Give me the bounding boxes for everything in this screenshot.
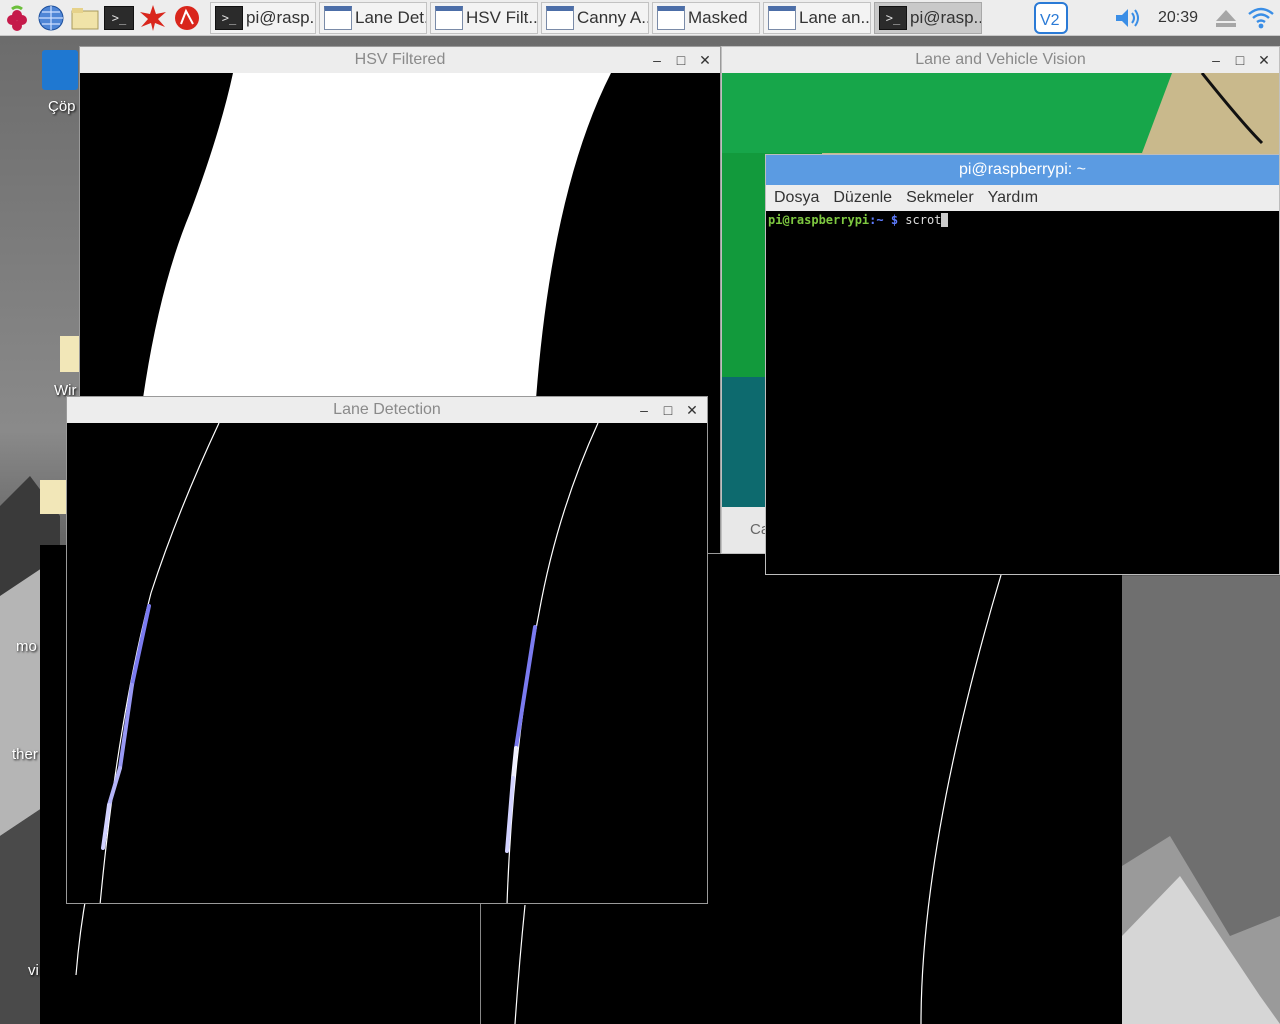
task-label: Canny A... xyxy=(577,7,649,27)
terminal-menubar: Dosya Düzenle Sekmeler Yardım xyxy=(766,185,1279,211)
prompt-user: pi@raspberrypi xyxy=(768,213,870,227)
lane-detection-image xyxy=(67,422,707,903)
wolfram-icon[interactable] xyxy=(170,1,204,35)
lane-lines xyxy=(99,422,599,903)
menu-yardim[interactable]: Yardım xyxy=(988,189,1038,207)
terminal-icon: >_ xyxy=(879,5,907,30)
window-icon xyxy=(768,5,796,30)
taskbar: >_ >_ pi@rasp... Lane Det... HSV Filt...… xyxy=(0,0,1280,36)
window-title: HSV Filtered xyxy=(354,51,446,68)
task-label: Lane an... xyxy=(799,7,871,27)
close-icon[interactable]: ✕ xyxy=(1255,50,1273,70)
wifi-icon[interactable] xyxy=(1246,0,1276,36)
terminal-icon[interactable]: >_ xyxy=(102,1,136,35)
task-lane-detection[interactable]: Lane Det... xyxy=(319,1,427,34)
task-terminal-1[interactable]: >_ pi@rasp... xyxy=(210,1,316,34)
terminal-icon: >_ xyxy=(215,5,243,30)
task-terminal-2[interactable]: >_ pi@rasp... xyxy=(874,1,982,34)
titlebar[interactable]: pi@raspberrypi: ~ xyxy=(766,155,1279,185)
terminal-output[interactable]: pi@raspberrypi:~ $ scrot xyxy=(766,211,1279,574)
desktop-label-trash: Çöp xyxy=(48,98,76,115)
minimize-icon[interactable]: – xyxy=(1207,50,1225,70)
task-canny[interactable]: Canny A... xyxy=(541,1,649,34)
minimize-icon[interactable]: – xyxy=(648,50,666,70)
window-title: Lane and Vehicle Vision xyxy=(915,51,1086,68)
task-label: Lane Det... xyxy=(355,7,426,27)
task-hsv-filtered[interactable]: HSV Filt... xyxy=(430,1,538,34)
task-label: Masked xyxy=(688,7,748,27)
volume-icon[interactable] xyxy=(1114,0,1144,36)
mathematica-icon[interactable] xyxy=(136,1,170,35)
menu-duzenle[interactable]: Düzenle xyxy=(833,189,892,207)
folder-icon[interactable] xyxy=(60,336,80,372)
window-icon xyxy=(324,5,352,30)
folder-icon[interactable] xyxy=(40,480,68,514)
maximize-icon[interactable]: □ xyxy=(659,400,677,420)
titlebar[interactable]: HSV Filtered – □ ✕ xyxy=(80,47,720,73)
titlebar[interactable]: Lane Detection – □ ✕ xyxy=(67,397,707,423)
task-lane-vehicle[interactable]: Lane an... xyxy=(763,1,871,34)
desktop-label-ther: ther xyxy=(12,746,38,763)
menu-sekmeler[interactable]: Sekmeler xyxy=(906,189,974,207)
desktop-label-mo: mo xyxy=(16,638,37,655)
window-title: pi@raspberrypi: ~ xyxy=(959,161,1086,178)
task-label: pi@rasp... xyxy=(246,7,316,27)
maximize-icon[interactable]: □ xyxy=(1231,50,1249,70)
window-icon xyxy=(546,5,574,30)
window-lane-detection[interactable]: Lane Detection – □ ✕ xyxy=(66,396,708,904)
raspberry-menu-icon[interactable] xyxy=(0,1,34,35)
task-label: pi@rasp... xyxy=(910,7,982,27)
trash-icon[interactable] xyxy=(42,50,78,90)
file-manager-icon[interactable] xyxy=(68,1,102,35)
window-title: Lane Detection xyxy=(333,401,441,418)
close-icon[interactable]: ✕ xyxy=(696,50,714,70)
web-browser-icon[interactable] xyxy=(34,1,68,35)
window-terminal[interactable]: pi@raspberrypi: ~ Dosya Düzenle Sekmeler… xyxy=(765,154,1280,575)
svg-text:V2: V2 xyxy=(1040,12,1060,29)
window-icon xyxy=(657,5,685,30)
task-masked[interactable]: Masked xyxy=(652,1,760,34)
terminal-cursor xyxy=(941,213,949,227)
window-icon xyxy=(435,5,463,30)
clock[interactable]: 20:39 xyxy=(1158,0,1198,36)
eject-icon[interactable] xyxy=(1214,0,1238,36)
task-label: HSV Filt... xyxy=(466,7,538,27)
maximize-icon[interactable]: □ xyxy=(672,50,690,70)
minimize-icon[interactable]: – xyxy=(635,400,653,420)
titlebar[interactable]: Lane and Vehicle Vision – □ ✕ xyxy=(722,47,1279,73)
desktop-label-vi: vi xyxy=(28,962,39,979)
menu-dosya[interactable]: Dosya xyxy=(774,189,819,207)
prompt-path: :~ $ xyxy=(869,213,899,227)
vnc-icon[interactable]: V2 xyxy=(1034,0,1068,36)
terminal-command: scrot xyxy=(898,213,942,227)
close-icon[interactable]: ✕ xyxy=(683,400,701,420)
